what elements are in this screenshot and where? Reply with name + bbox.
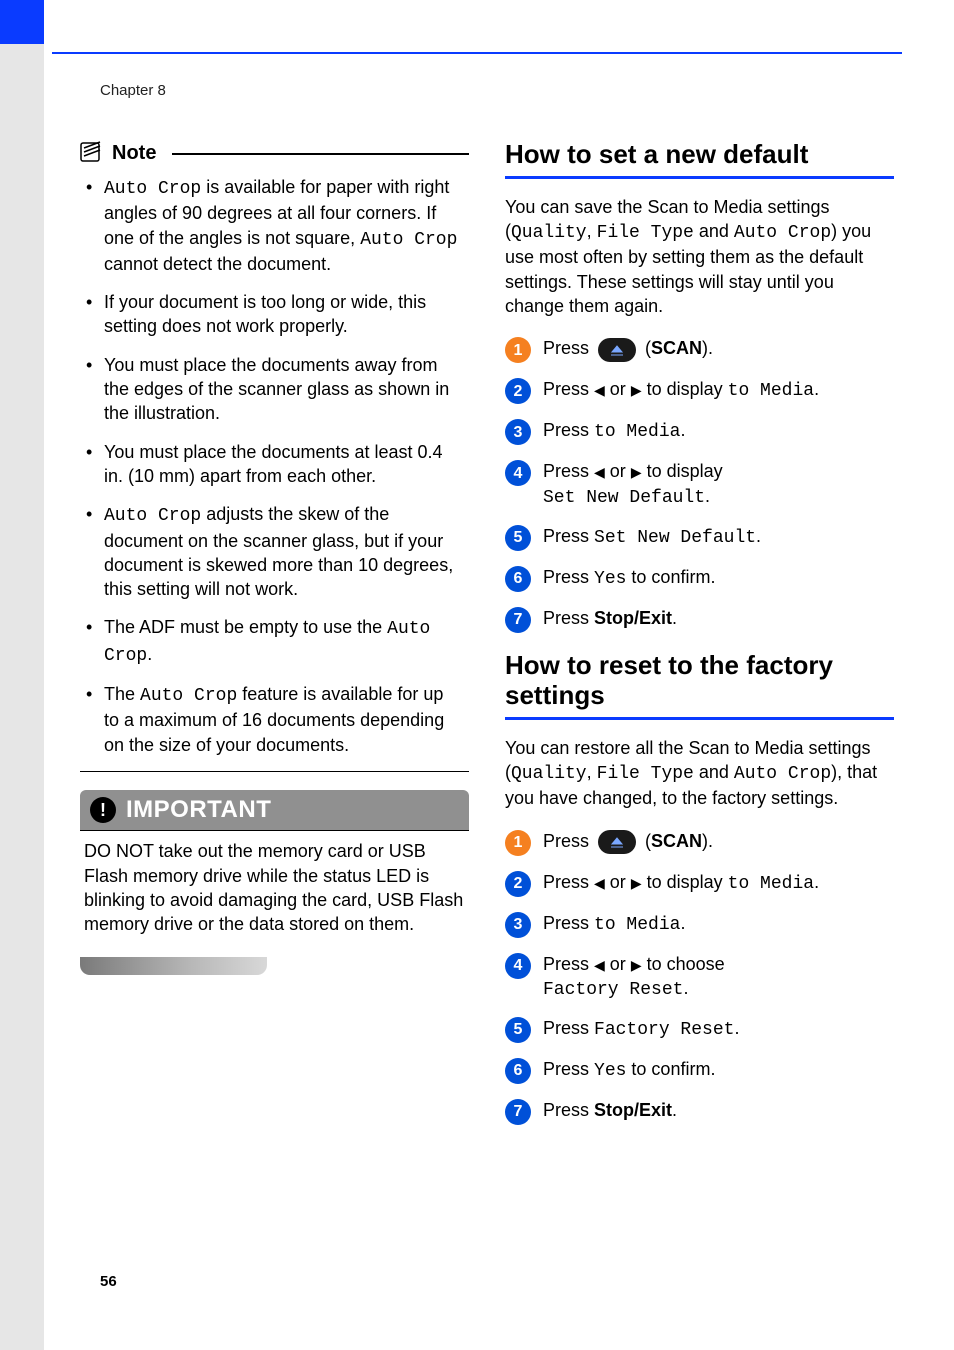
note-item: You must place the documents at least 0.… bbox=[86, 440, 463, 489]
note-item: Auto Crop is available for paper with ri… bbox=[86, 175, 463, 276]
important-label: IMPORTANT bbox=[126, 796, 271, 824]
important-body: DO NOT take out the memory card or USB F… bbox=[80, 830, 469, 944]
note-bottom-rule bbox=[80, 771, 469, 773]
step-text: Press Yes to confirm. bbox=[543, 1057, 715, 1083]
step-text: Press Stop/Exit. bbox=[543, 1098, 677, 1122]
note-rule bbox=[172, 153, 469, 155]
step: 4 Press ◀ or ▶ to display Set New Defaul… bbox=[505, 459, 894, 510]
note-title: Note bbox=[112, 142, 156, 165]
step-badge: 2 bbox=[505, 871, 531, 897]
section1-intro: You can save the Scan to Media settings … bbox=[505, 195, 894, 318]
section-rule-1 bbox=[505, 176, 894, 179]
step: 1 Press (SCAN). bbox=[505, 336, 894, 363]
step-badge: 4 bbox=[505, 953, 531, 979]
step-text: Press ◀ or ▶ to display to Media. bbox=[543, 870, 819, 896]
step-text: Press (SCAN). bbox=[543, 829, 713, 854]
page-number: 56 bbox=[100, 1273, 117, 1290]
step: 3 Press to Media. bbox=[505, 911, 894, 938]
important-header: ! IMPORTANT bbox=[80, 790, 469, 830]
top-rule bbox=[52, 52, 902, 54]
step-text: Press ◀ or ▶ to display to Media. bbox=[543, 377, 819, 403]
chapter-label: Chapter 8 bbox=[100, 82, 166, 99]
section2-steps: 1 Press (SCAN). 2 Press ◀ or ▶ to displa… bbox=[505, 829, 894, 1126]
step: 5 Press Factory Reset. bbox=[505, 1016, 894, 1043]
step: 3 Press to Media. bbox=[505, 418, 894, 445]
step-text: Press to Media. bbox=[543, 418, 685, 444]
step: 5 Press Set New Default. bbox=[505, 524, 894, 551]
step-badge: 1 bbox=[505, 830, 531, 856]
step: 2 Press ◀ or ▶ to display to Media. bbox=[505, 377, 894, 404]
scan-key-icon bbox=[598, 338, 636, 362]
important-fade bbox=[80, 957, 267, 975]
step-badge: 7 bbox=[505, 1099, 531, 1125]
step-text: Press to Media. bbox=[543, 911, 685, 937]
step: 4 Press ◀ or ▶ to choose Factory Reset. bbox=[505, 952, 894, 1003]
step: 7 Press Stop/Exit. bbox=[505, 1098, 894, 1125]
step-badge: 5 bbox=[505, 1017, 531, 1043]
step-badge: 1 bbox=[505, 337, 531, 363]
step-text: Press Stop/Exit. bbox=[543, 606, 677, 630]
main-content: Note Auto Crop is available for paper wi… bbox=[80, 140, 894, 1139]
side-accent bbox=[0, 44, 44, 1350]
step-text: Press Yes to confirm. bbox=[543, 565, 715, 591]
important-icon: ! bbox=[90, 797, 116, 823]
left-column: Note Auto Crop is available for paper wi… bbox=[80, 140, 469, 1139]
step-badge: 3 bbox=[505, 419, 531, 445]
step: 7 Press Stop/Exit. bbox=[505, 606, 894, 633]
note-item: The ADF must be empty to use the Auto Cr… bbox=[86, 615, 463, 668]
important-callout: ! IMPORTANT DO NOT take out the memory c… bbox=[80, 790, 469, 974]
scan-key-icon bbox=[598, 830, 636, 854]
step-text: Press (SCAN). bbox=[543, 336, 713, 361]
note-item: The Auto Crop feature is available for u… bbox=[86, 682, 463, 757]
note-header: Note bbox=[80, 140, 469, 167]
section2-intro: You can restore all the Scan to Media se… bbox=[505, 736, 894, 811]
step-text: Press ◀ or ▶ to choose Factory Reset. bbox=[543, 952, 725, 1003]
note-item: Auto Crop adjusts the skew of the docume… bbox=[86, 502, 463, 601]
step-badge: 5 bbox=[505, 525, 531, 551]
section1-steps: 1 Press (SCAN). 2 Press ◀ or ▶ to displa… bbox=[505, 336, 894, 633]
right-column: How to set a new default You can save th… bbox=[505, 140, 894, 1139]
step-text: Press ◀ or ▶ to display Set New Default. bbox=[543, 459, 723, 510]
section-rule-2 bbox=[505, 717, 894, 720]
step: 2 Press ◀ or ▶ to display to Media. bbox=[505, 870, 894, 897]
step-badge: 3 bbox=[505, 912, 531, 938]
note-item: If your document is too long or wide, th… bbox=[86, 290, 463, 339]
step: 6 Press Yes to confirm. bbox=[505, 1057, 894, 1084]
step-badge: 4 bbox=[505, 460, 531, 486]
note-icon bbox=[80, 140, 104, 167]
step-badge: 6 bbox=[505, 566, 531, 592]
corner-accent bbox=[0, 0, 44, 44]
step: 6 Press Yes to confirm. bbox=[505, 565, 894, 592]
section-title-1: How to set a new default bbox=[505, 140, 894, 170]
step: 1 Press (SCAN). bbox=[505, 829, 894, 856]
section-title-2: How to reset to the factory settings bbox=[505, 651, 894, 711]
note-bullets: Auto Crop is available for paper with ri… bbox=[80, 171, 469, 757]
step-text: Press Factory Reset. bbox=[543, 1016, 739, 1042]
step-badge: 2 bbox=[505, 378, 531, 404]
step-text: Press Set New Default. bbox=[543, 524, 761, 550]
step-badge: 6 bbox=[505, 1058, 531, 1084]
note-item: You must place the documents away from t… bbox=[86, 353, 463, 426]
step-badge: 7 bbox=[505, 607, 531, 633]
